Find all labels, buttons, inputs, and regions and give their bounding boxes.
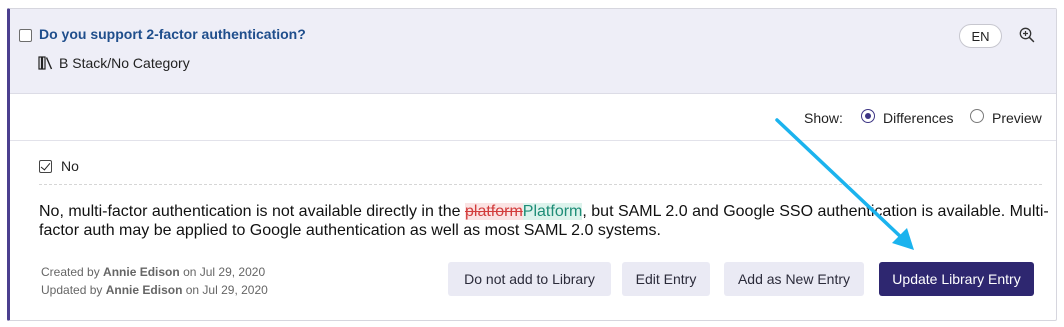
category-path: B Stack/No Category	[38, 55, 190, 71]
library-entry-card: Do you support 2-factor authentication? …	[7, 8, 1057, 321]
updated-by-user: Annie Edison	[105, 283, 183, 297]
created-date: on Jul 29, 2020	[183, 265, 266, 279]
category-label: B Stack/No Category	[59, 55, 190, 71]
differences-label[interactable]: Differences	[883, 110, 954, 126]
add-as-new-entry-button[interactable]: Add as New Entry	[724, 262, 864, 296]
answer-choice: No	[39, 158, 79, 174]
answer-text: No, multi-factor authentication is not a…	[39, 202, 1049, 240]
update-library-entry-button[interactable]: Update Library Entry	[879, 262, 1034, 296]
updated-date: on Jul 29, 2020	[185, 283, 268, 297]
updated-line: Updated by Annie Edison on Jul 29, 2020	[41, 281, 268, 299]
updated-prefix: Updated by	[41, 283, 103, 297]
preview-radio[interactable]	[970, 109, 984, 123]
do-not-add-button[interactable]: Do not add to Library	[448, 262, 611, 296]
library-icon	[38, 56, 53, 70]
edit-entry-button[interactable]: Edit Entry	[622, 262, 710, 296]
preview-label[interactable]: Preview	[992, 110, 1042, 126]
created-prefix: Created by	[41, 265, 100, 279]
entry-metadata: Created by Annie Edison on Jul 29, 2020 …	[41, 263, 268, 299]
diff-inserted-text: Platform	[522, 203, 583, 220]
entry-header: Do you support 2-factor authentication? …	[10, 9, 1056, 94]
answer-text-before: No, multi-factor authentication is not a…	[39, 203, 465, 220]
created-line: Created by Annie Edison on Jul 29, 2020	[41, 263, 268, 281]
differences-radio[interactable]	[861, 109, 875, 123]
answer-choice-checkbox[interactable]	[39, 159, 52, 173]
select-entry-checkbox[interactable]	[19, 29, 32, 42]
view-mode-row: Show: Differences Preview	[10, 95, 1056, 141]
created-by-user: Annie Edison	[103, 265, 180, 279]
divider	[39, 184, 1042, 185]
language-selector[interactable]: EN	[959, 24, 1002, 48]
answer-choice-label: No	[61, 158, 79, 174]
diff-deleted-text: platform	[465, 203, 523, 220]
zoom-in-icon[interactable]	[1018, 26, 1036, 44]
question-title[interactable]: Do you support 2-factor authentication?	[39, 26, 306, 42]
show-label: Show:	[804, 110, 843, 126]
